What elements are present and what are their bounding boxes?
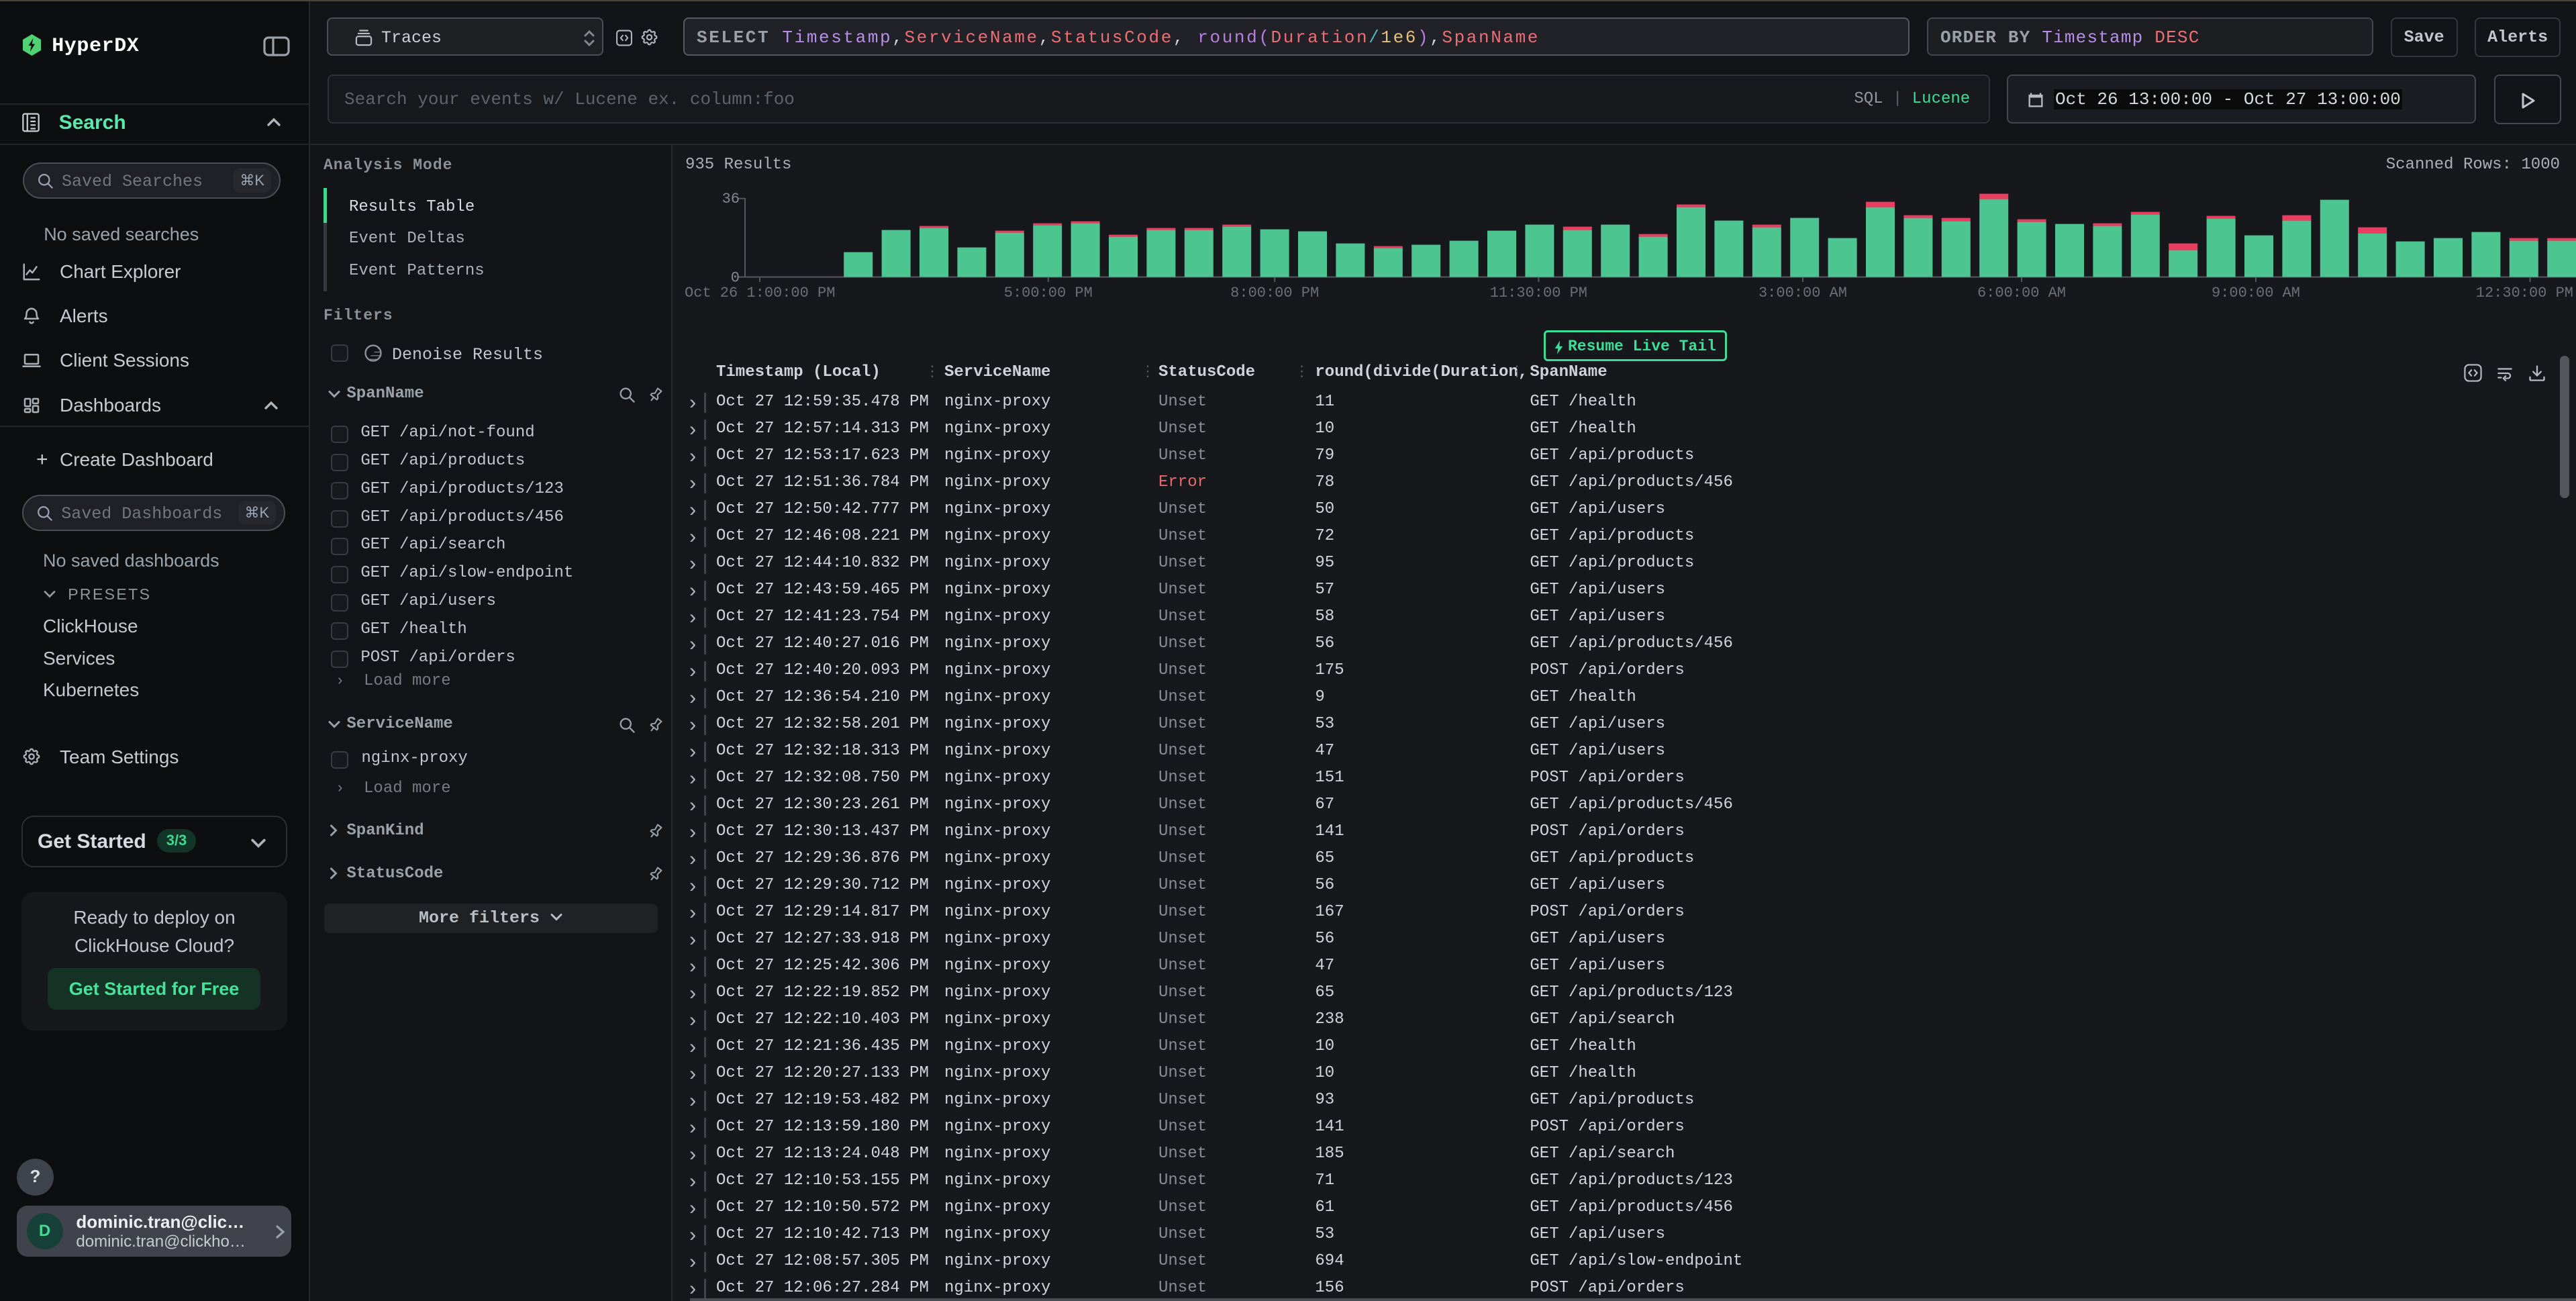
svg-text:9:00:00 AM: 9:00:00 AM — [2212, 285, 2300, 301]
svg-text:Oct 26 1:00:00 PM: Oct 26 1:00:00 PM — [685, 285, 835, 301]
svg-text:11:30:00 PM: 11:30:00 PM — [1490, 285, 1587, 301]
svg-text:12:30:00 PM: 12:30:00 PM — [2476, 285, 2573, 301]
svg-text:3:00:00 AM: 3:00:00 AM — [1758, 285, 1847, 301]
svg-text:8:00:00 PM: 8:00:00 PM — [1230, 285, 1319, 301]
svg-text:5:00:00 PM: 5:00:00 PM — [1004, 285, 1093, 301]
svg-text:36: 36 — [722, 191, 740, 207]
svg-text:6:00:00 AM: 6:00:00 AM — [1977, 285, 2066, 301]
svg-text:0: 0 — [731, 270, 740, 287]
